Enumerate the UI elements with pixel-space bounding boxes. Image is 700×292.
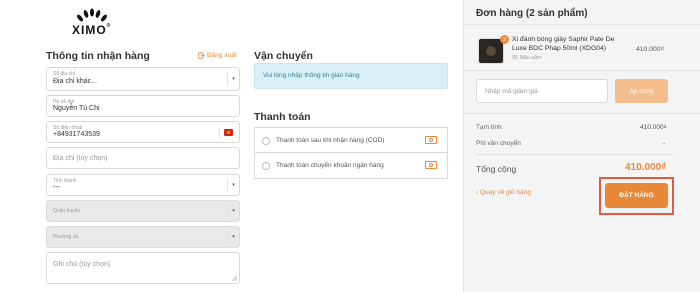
payment-option-bank-transfer[interactable]: Thanh toán chuyển khoản ngân hàng: [254, 152, 448, 179]
cash-icon: [425, 136, 437, 144]
logout-link[interactable]: Đăng xuất: [198, 52, 237, 59]
total-label: Tổng cộng: [476, 164, 517, 174]
resize-handle-icon[interactable]: [232, 276, 237, 281]
place-order-button[interactable]: ĐẶT HÀNG: [605, 183, 668, 208]
delivery-title: Vận chuyển: [254, 50, 313, 62]
saved-address-value: Địa chỉ khác...: [53, 78, 97, 85]
logout-label: Đăng xuất: [207, 52, 237, 59]
note-placeholder: Ghi chú (tùy chọn): [53, 261, 111, 268]
subtotal-value: 410.000₫: [640, 124, 667, 131]
phone-field[interactable]: Số điện thoại +84931743539 ★: [46, 121, 240, 143]
divider: [476, 154, 673, 155]
total-value: 410.000₫: [625, 162, 667, 173]
ward-select[interactable]: Phường xã ▾: [46, 226, 240, 248]
chevron-down-icon: ▾: [227, 205, 239, 217]
order-title: Đơn hàng (2 sản phẩm): [476, 8, 588, 19]
delivery-notice: Vui lòng nhập thông tin giao hàng: [254, 63, 448, 89]
logout-icon: [198, 52, 205, 59]
back-to-cart-link[interactable]: ‹ Quay về giỏ hàng: [476, 189, 531, 196]
brand-logo-text[interactable]: XIMO®: [72, 23, 111, 37]
apply-coupon-button[interactable]: Áp dụng: [615, 79, 668, 103]
full-name-field[interactable]: Họ và tên Nguyễn Tú Chi: [46, 95, 240, 117]
product-name: Xi đánh bóng giày Saphir Pate De Luxe BD…: [512, 36, 615, 52]
shipping-info-title: Thông tin nhận hàng: [46, 50, 150, 62]
saved-address-select[interactable]: Sổ địa chỉ Địa chỉ khác... ▾: [46, 67, 240, 91]
chevron-down-icon: ▾: [227, 231, 239, 243]
product-variant: 05 Nâu sẫm: [512, 55, 542, 61]
address-placeholder: Địa chỉ (tùy chọn): [53, 155, 108, 162]
vietnam-flag-icon[interactable]: ★: [224, 129, 233, 136]
payment-option-cod[interactable]: Thanh toán sau khi nhận hàng (COD): [254, 127, 448, 153]
coupon-input[interactable]: Nhập mã giảm giá: [476, 79, 608, 103]
radio-button[interactable]: [262, 162, 270, 170]
province-value: ---: [53, 184, 60, 191]
chevron-down-icon: ▾: [227, 72, 239, 86]
radio-button[interactable]: [262, 137, 270, 145]
divider: [463, 24, 700, 25]
province-select[interactable]: Tỉnh thành --- ▾: [46, 174, 240, 196]
shipping-fee-value: -: [663, 140, 666, 147]
divider: [463, 70, 700, 71]
phone-value: +84931743539: [53, 131, 100, 138]
district-placeholder: Quận huyện: [53, 208, 81, 214]
divider: [463, 113, 700, 114]
quantity-badge: 2: [500, 35, 509, 44]
payment-title: Thanh toán: [254, 111, 311, 123]
chevron-down-icon: ▾: [227, 179, 239, 191]
full-name-value: Nguyễn Tú Chi: [53, 105, 100, 112]
district-select[interactable]: Quận huyện ▾: [46, 200, 240, 222]
payment-option-label: Thanh toán sau khi nhận hàng (COD): [276, 137, 385, 144]
product-price: 410.000₫: [636, 46, 665, 53]
payment-option-label: Thanh toán chuyển khoản ngân hàng: [276, 162, 384, 169]
cash-icon: [425, 161, 437, 169]
back-to-cart-label: Quay về giỏ hàng: [479, 189, 531, 196]
note-textarea[interactable]: Ghi chú (tùy chọn): [46, 252, 240, 284]
address-field[interactable]: Địa chỉ (tùy chọn): [46, 147, 240, 169]
subtotal-label: Tạm tính: [476, 124, 502, 131]
coupon-placeholder: Nhập mã giảm giá: [485, 88, 538, 95]
shipping-fee-label: Phí vận chuyển: [476, 140, 521, 147]
saved-address-label: Sổ địa chỉ: [53, 71, 75, 77]
delivery-notice-text: Vui lòng nhập thông tin giao hàng: [263, 72, 360, 79]
ward-placeholder: Phường xã: [53, 234, 78, 240]
